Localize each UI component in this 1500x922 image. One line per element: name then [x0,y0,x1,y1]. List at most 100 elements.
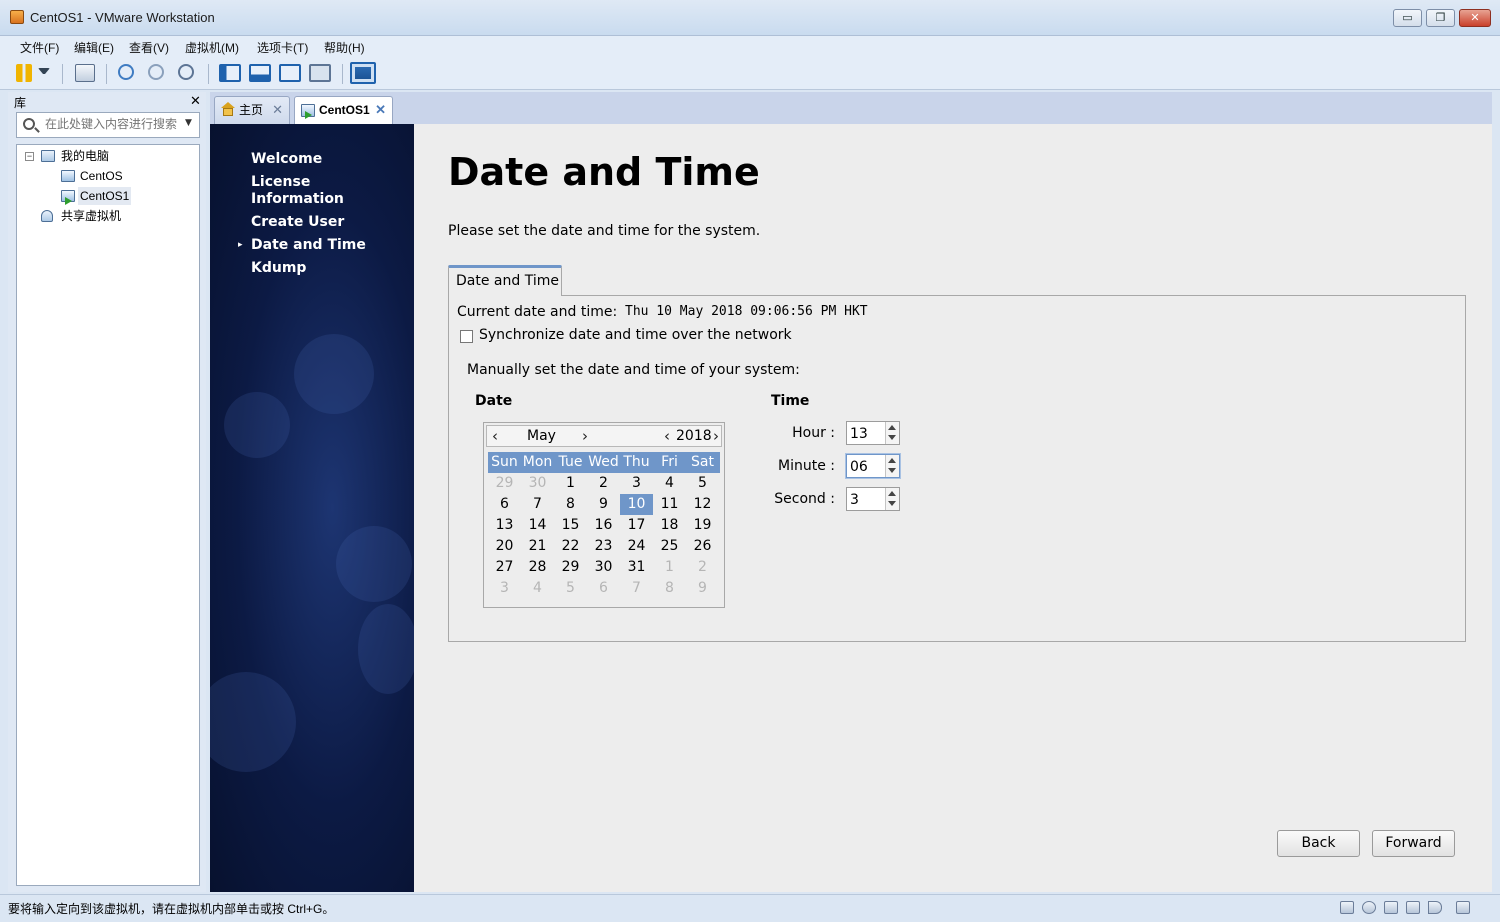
increment-icon[interactable] [888,425,896,430]
calendar-day[interactable]: 25 [653,536,686,557]
minute-spinner[interactable] [846,454,900,478]
suspend-icon[interactable] [16,64,32,82]
prev-month-icon[interactable]: ‹ [492,427,498,445]
calendar-day[interactable]: 30 [521,473,554,494]
calendar-day[interactable]: 1 [653,557,686,578]
calendar-day[interactable]: 7 [521,494,554,515]
close-tab-icon[interactable]: ✕ [375,97,386,123]
calendar-day[interactable]: 5 [554,578,587,599]
decrement-icon[interactable] [888,435,896,440]
thumbnail-bar-icon[interactable] [249,64,271,82]
tab-home[interactable]: 主页 ✕ [214,96,290,124]
cd-dvd-icon[interactable] [1362,901,1376,914]
next-year-icon[interactable]: › [713,427,719,445]
send-ctrl-alt-del-icon[interactable] [75,64,95,82]
decrement-icon[interactable] [888,501,896,506]
show-library-icon[interactable] [219,64,241,82]
full-screen-icon[interactable] [279,64,301,82]
calendar-day[interactable]: 7 [620,578,653,599]
calendar-day[interactable]: 2 [686,557,719,578]
calendar-day[interactable]: 3 [620,473,653,494]
network-adapter-icon[interactable] [1384,901,1398,914]
calendar-day[interactable]: 6 [587,578,620,599]
guest-console[interactable]: Welcome License Information Create User … [210,124,1492,892]
minimize-button[interactable]: ▭ [1393,9,1422,27]
second-input[interactable] [850,491,884,508]
calendar-day[interactable]: 6 [488,494,521,515]
calendar-day[interactable]: 30 [587,557,620,578]
library-close-icon[interactable]: ✕ [190,94,201,109]
menu-help[interactable]: 帮助(H) [324,39,365,56]
calendar-day[interactable]: 19 [686,515,719,536]
display-icon[interactable] [1456,901,1470,914]
increment-icon[interactable] [888,491,896,496]
calendar-day[interactable]: 29 [488,473,521,494]
calendar-day[interactable]: 29 [554,557,587,578]
library-search-input[interactable] [45,117,180,131]
calendar-day[interactable]: 13 [488,515,521,536]
library-search-box[interactable]: ▼ [16,112,200,138]
menu-edit[interactable]: 编辑(E) [74,39,114,56]
calendar-day[interactable]: 9 [686,578,719,599]
calendar-day[interactable]: 8 [653,578,686,599]
calendar-day[interactable]: 3 [488,578,521,599]
calendar-day[interactable]: 14 [521,515,554,536]
chevron-down-icon[interactable]: ▼ [185,118,192,128]
calendar-day[interactable]: 16 [587,515,620,536]
tree-item-my-computer[interactable]: − 我的电脑 [17,147,197,165]
calendar-day[interactable]: 18 [653,515,686,536]
close-window-button[interactable]: ✕ [1459,9,1491,27]
sync-network-label[interactable]: Synchronize date and time over the netwo… [479,327,792,343]
calendar-day[interactable]: 15 [554,515,587,536]
calendar-day[interactable]: 1 [554,473,587,494]
revert-snapshot-icon[interactable] [148,64,164,80]
tree-item-centos[interactable]: CentOS [17,167,197,185]
hour-input[interactable] [850,425,884,442]
second-spinner[interactable] [846,487,900,511]
calendar-day[interactable]: 10 [620,494,653,515]
power-dropdown-icon[interactable] [38,68,50,74]
calendar-day[interactable]: 8 [554,494,587,515]
calendar-day[interactable]: 5 [686,473,719,494]
calendar-day[interactable]: 20 [488,536,521,557]
calendar-day[interactable]: 31 [620,557,653,578]
calendar-day[interactable]: 27 [488,557,521,578]
tree-item-shared-vms[interactable]: 共享虚拟机 [17,207,197,225]
snapshot-manager-icon[interactable] [178,64,194,80]
tree-item-centos1[interactable]: CentOS1 [17,187,197,205]
tab-centos1[interactable]: CentOS1 ✕ [294,96,393,124]
calendar-day[interactable]: 23 [587,536,620,557]
calendar-day[interactable]: 4 [521,578,554,599]
calendar-day[interactable]: 22 [554,536,587,557]
close-tab-icon[interactable]: ✕ [272,97,283,123]
tab-date-and-time[interactable]: Date and Time [448,265,562,296]
menu-view[interactable]: 查看(V) [129,39,169,56]
printer-icon[interactable] [1406,901,1420,914]
increment-icon[interactable] [888,458,896,463]
console-view-icon[interactable] [350,62,376,84]
calendar-day[interactable]: 2 [587,473,620,494]
sound-card-icon[interactable] [1428,901,1442,914]
maximize-button[interactable]: ❐ [1426,9,1455,27]
unity-icon[interactable] [309,64,331,82]
collapse-icon[interactable]: − [25,152,34,161]
calendar-day[interactable]: 12 [686,494,719,515]
menu-tabs[interactable]: 选项卡(T) [257,39,308,56]
calendar-day[interactable]: 11 [653,494,686,515]
sync-network-checkbox[interactable] [460,330,473,343]
menu-file[interactable]: 文件(F) [20,39,59,56]
snapshot-icon[interactable] [118,64,134,80]
prev-year-icon[interactable]: ‹ [664,427,670,445]
calendar-day[interactable]: 28 [521,557,554,578]
back-button[interactable]: Back [1277,830,1360,857]
calendar-day[interactable]: 4 [653,473,686,494]
calendar-day[interactable]: 9 [587,494,620,515]
minute-input[interactable] [850,458,884,475]
hour-spinner[interactable] [846,421,900,445]
hard-disk-icon[interactable] [1340,901,1354,914]
decrement-icon[interactable] [888,468,896,473]
menu-vm[interactable]: 虚拟机(M) [185,39,239,56]
calendar-day[interactable]: 24 [620,536,653,557]
next-month-icon[interactable]: › [582,427,588,445]
calendar-day[interactable]: 21 [521,536,554,557]
